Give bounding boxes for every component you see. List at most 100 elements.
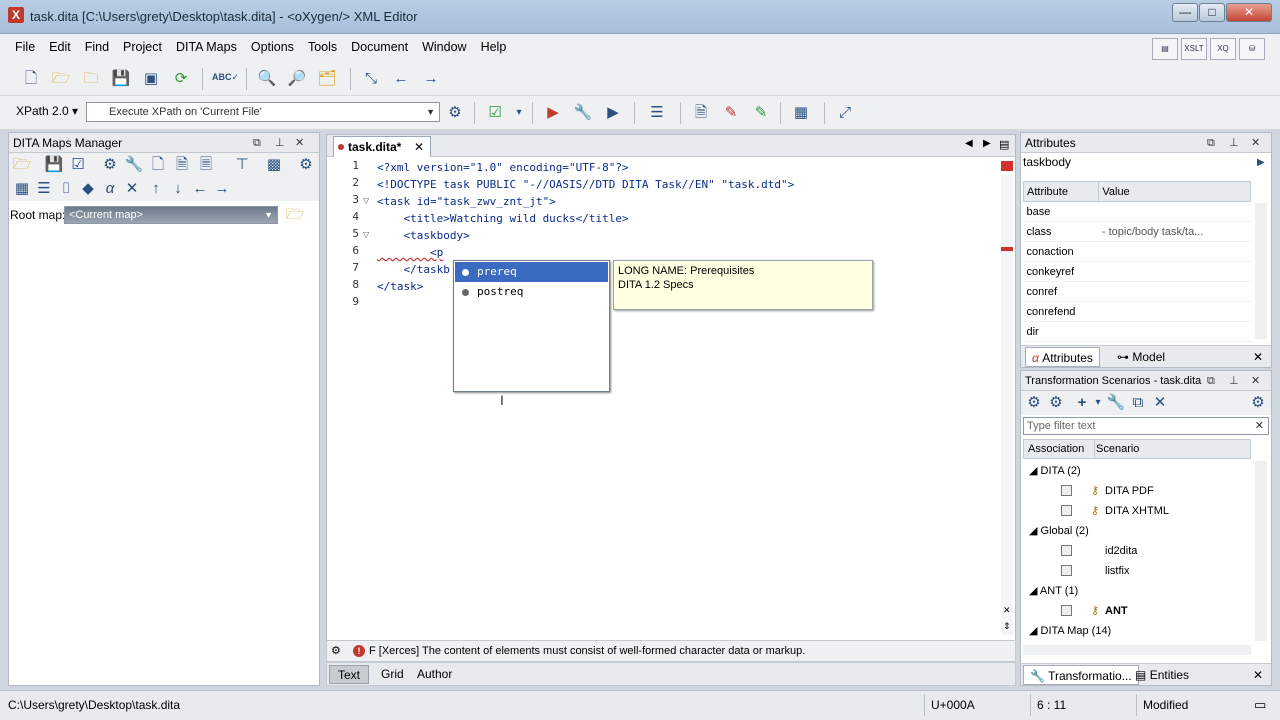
attr-value[interactable] bbox=[1098, 241, 1251, 262]
tree-group-global[interactable]: ◢ Global (2) bbox=[1029, 521, 1089, 541]
chevron-down-icon[interactable]: ▼ bbox=[426, 103, 435, 121]
open-map-icon[interactable]: 🗁 bbox=[11, 154, 33, 176]
scenario-checkbox[interactable] bbox=[1061, 505, 1072, 516]
attr-value[interactable] bbox=[1098, 201, 1251, 222]
duplicate-scenario-icon[interactable]: ⧉ bbox=[1127, 392, 1149, 414]
close-tab-icon[interactable]: ✕ bbox=[414, 137, 424, 157]
apply-transformation-icon[interactable]: ▶ bbox=[542, 102, 564, 124]
perspective-xslt-debugger[interactable]: XSLT bbox=[1181, 38, 1207, 60]
refactor-icon[interactable]: ✎ bbox=[720, 102, 742, 124]
problem-message[interactable]: F [Xerces] The content of elements must … bbox=[369, 641, 805, 661]
scenario-scrollbar[interactable] bbox=[1255, 461, 1267, 641]
restore-icon[interactable]: ⧉ bbox=[1207, 371, 1215, 391]
code-area[interactable]: <?xml version="1.0" encoding="UTF-8"?> <… bbox=[377, 159, 997, 639]
column-divider[interactable] bbox=[1094, 440, 1095, 458]
tab-attributes[interactable]: α Attributes bbox=[1025, 347, 1100, 367]
delete-icon[interactable]: ✕ bbox=[121, 178, 143, 200]
configure-map-icon[interactable]: 🔧 bbox=[123, 154, 145, 176]
new-topic-icon[interactable]: 🗋 bbox=[147, 154, 169, 176]
pin-icon[interactable]: ⊥ bbox=[1229, 133, 1239, 153]
restore-icon[interactable]: ⧉ bbox=[253, 133, 261, 153]
map-settings-icon[interactable]: ⚙ bbox=[295, 154, 317, 176]
mode-grid-tab[interactable]: Grid bbox=[373, 665, 412, 684]
tab-model[interactable]: ⊶ Model bbox=[1111, 347, 1171, 367]
open-root-map-icon[interactable]: 🗁 bbox=[284, 204, 306, 226]
link-icon[interactable]: ⤢ bbox=[834, 102, 856, 124]
scroll-down-icon[interactable]: ⇕ bbox=[1003, 621, 1011, 632]
editor-scrollbar[interactable] bbox=[1001, 175, 1013, 635]
print-icon[interactable]: ▣ bbox=[140, 68, 162, 90]
menu-edit[interactable]: Edit bbox=[42, 34, 78, 60]
spellcheck-icon[interactable]: ABC✓ bbox=[212, 66, 239, 88]
filter-input[interactable]: Type filter text ✕ bbox=[1023, 417, 1269, 435]
pin-icon[interactable]: ⊥ bbox=[275, 133, 285, 153]
restore-icon[interactable]: ⧉ bbox=[1207, 133, 1215, 153]
tab-next-icon[interactable]: ▶ bbox=[983, 138, 991, 149]
tab-transformation[interactable]: 🔧 Transformatio... bbox=[1023, 665, 1139, 685]
scenario-row[interactable]: id2dita bbox=[1061, 541, 1251, 561]
message-icon[interactable]: ▭ bbox=[1254, 694, 1266, 716]
attribute-column-header[interactable]: Attribute bbox=[1022, 181, 1100, 202]
close-panel-icon[interactable]: ✕ bbox=[295, 133, 304, 153]
tags-display-icon[interactable]: ▦ bbox=[790, 102, 812, 124]
value-column-header[interactable]: Value bbox=[1098, 181, 1251, 202]
maximize-button[interactable]: □ bbox=[1199, 3, 1225, 22]
scenario-settings-icon[interactable]: ⚙ bbox=[1247, 392, 1269, 414]
configure-transformation-icon[interactable]: 🔧 bbox=[572, 102, 594, 124]
completion-item-postreq[interactable]: postreq bbox=[455, 282, 608, 302]
last-edit-icon[interactable]: ⤡ bbox=[360, 68, 382, 90]
validate-map-icon[interactable]: ☑ bbox=[67, 154, 89, 176]
scenario-column-header[interactable]: Scenario bbox=[1096, 440, 1139, 458]
element-nav-icon[interactable]: ▶ bbox=[1257, 157, 1265, 168]
attr-value[interactable] bbox=[1098, 281, 1251, 302]
tab-entities[interactable]: ▤ Entities bbox=[1129, 665, 1195, 685]
mode-text-tab[interactable]: Text bbox=[329, 665, 370, 684]
table-row[interactable]: conaction bbox=[1023, 241, 1251, 262]
table-row[interactable]: dir bbox=[1023, 321, 1251, 342]
minimize-button[interactable]: — bbox=[1172, 3, 1198, 22]
reload-icon[interactable]: ⟳ bbox=[170, 68, 192, 90]
new-file-icon[interactable]: 🗋 bbox=[20, 68, 42, 90]
attributes-scrollbar[interactable] bbox=[1255, 203, 1267, 339]
close-window-button[interactable]: ✕ bbox=[1226, 3, 1272, 22]
mode-author-tab[interactable]: Author bbox=[409, 665, 460, 684]
close-panel-icon[interactable]: ✕ bbox=[1251, 133, 1260, 153]
pin-icon[interactable]: ⊥ bbox=[1229, 371, 1239, 391]
error-line-marker[interactable] bbox=[1001, 247, 1013, 251]
fold-toggle-icon[interactable]: ▽ bbox=[363, 196, 369, 205]
list-icon[interactable]: ☰ bbox=[33, 178, 55, 200]
xpath-version-select[interactable]: XPath 2.0 ▾ bbox=[16, 104, 78, 118]
insert-topichead-icon[interactable]: 🗏 bbox=[195, 154, 217, 176]
filter-icon[interactable]: ⊤ bbox=[231, 154, 253, 176]
table-row[interactable]: conrefend bbox=[1023, 301, 1251, 322]
scenario-checkbox[interactable] bbox=[1061, 485, 1072, 496]
scenario-checkbox[interactable] bbox=[1061, 545, 1072, 556]
attr-value[interactable] bbox=[1098, 261, 1251, 282]
remove-scenario-icon[interactable]: ✕ bbox=[1149, 392, 1171, 414]
move-down-icon[interactable]: ↓ bbox=[167, 178, 189, 200]
move-up-icon[interactable]: ↑ bbox=[145, 178, 167, 200]
tree-group-dita[interactable]: ◢ DITA (2) bbox=[1029, 461, 1081, 481]
save-icon[interactable]: 💾 bbox=[110, 68, 132, 90]
bracket-icon[interactable]: ⌷ bbox=[55, 178, 77, 200]
table-row[interactable]: base bbox=[1023, 201, 1251, 222]
tab-prev-icon[interactable]: ◀ bbox=[965, 138, 973, 149]
perspective-database-icon[interactable]: ⛁ bbox=[1239, 38, 1265, 60]
find-replace-icon[interactable]: 🗂 bbox=[316, 68, 338, 90]
menu-file[interactable]: File bbox=[8, 34, 42, 60]
association-column-header[interactable]: Association bbox=[1028, 440, 1084, 458]
insert-reference-icon[interactable]: 🗎 bbox=[171, 154, 193, 176]
fold-toggle-icon[interactable]: ▽ bbox=[363, 230, 369, 239]
perspective-editor-icon[interactable]: ▤ bbox=[1152, 38, 1178, 60]
scroll-up-icon[interactable]: ✕ bbox=[1003, 605, 1011, 616]
tag-icon[interactable]: ◆ bbox=[77, 178, 99, 200]
map-tool-icon[interactable]: ▦ bbox=[11, 178, 33, 200]
apply-scenario-icon[interactable]: ⚙ bbox=[1023, 392, 1045, 414]
completion-item-prereq[interactable]: prereq bbox=[455, 262, 608, 282]
table-row[interactable]: conkeyref bbox=[1023, 261, 1251, 282]
debug-transformation-icon[interactable]: ▶ bbox=[602, 102, 624, 124]
menu-project[interactable]: Project bbox=[116, 34, 169, 60]
validate-icon[interactable]: ☑ bbox=[484, 102, 506, 124]
xpath-settings-icon[interactable]: ⚙ bbox=[444, 102, 466, 124]
apply-associated-icon[interactable]: ⚙ bbox=[1045, 392, 1067, 414]
